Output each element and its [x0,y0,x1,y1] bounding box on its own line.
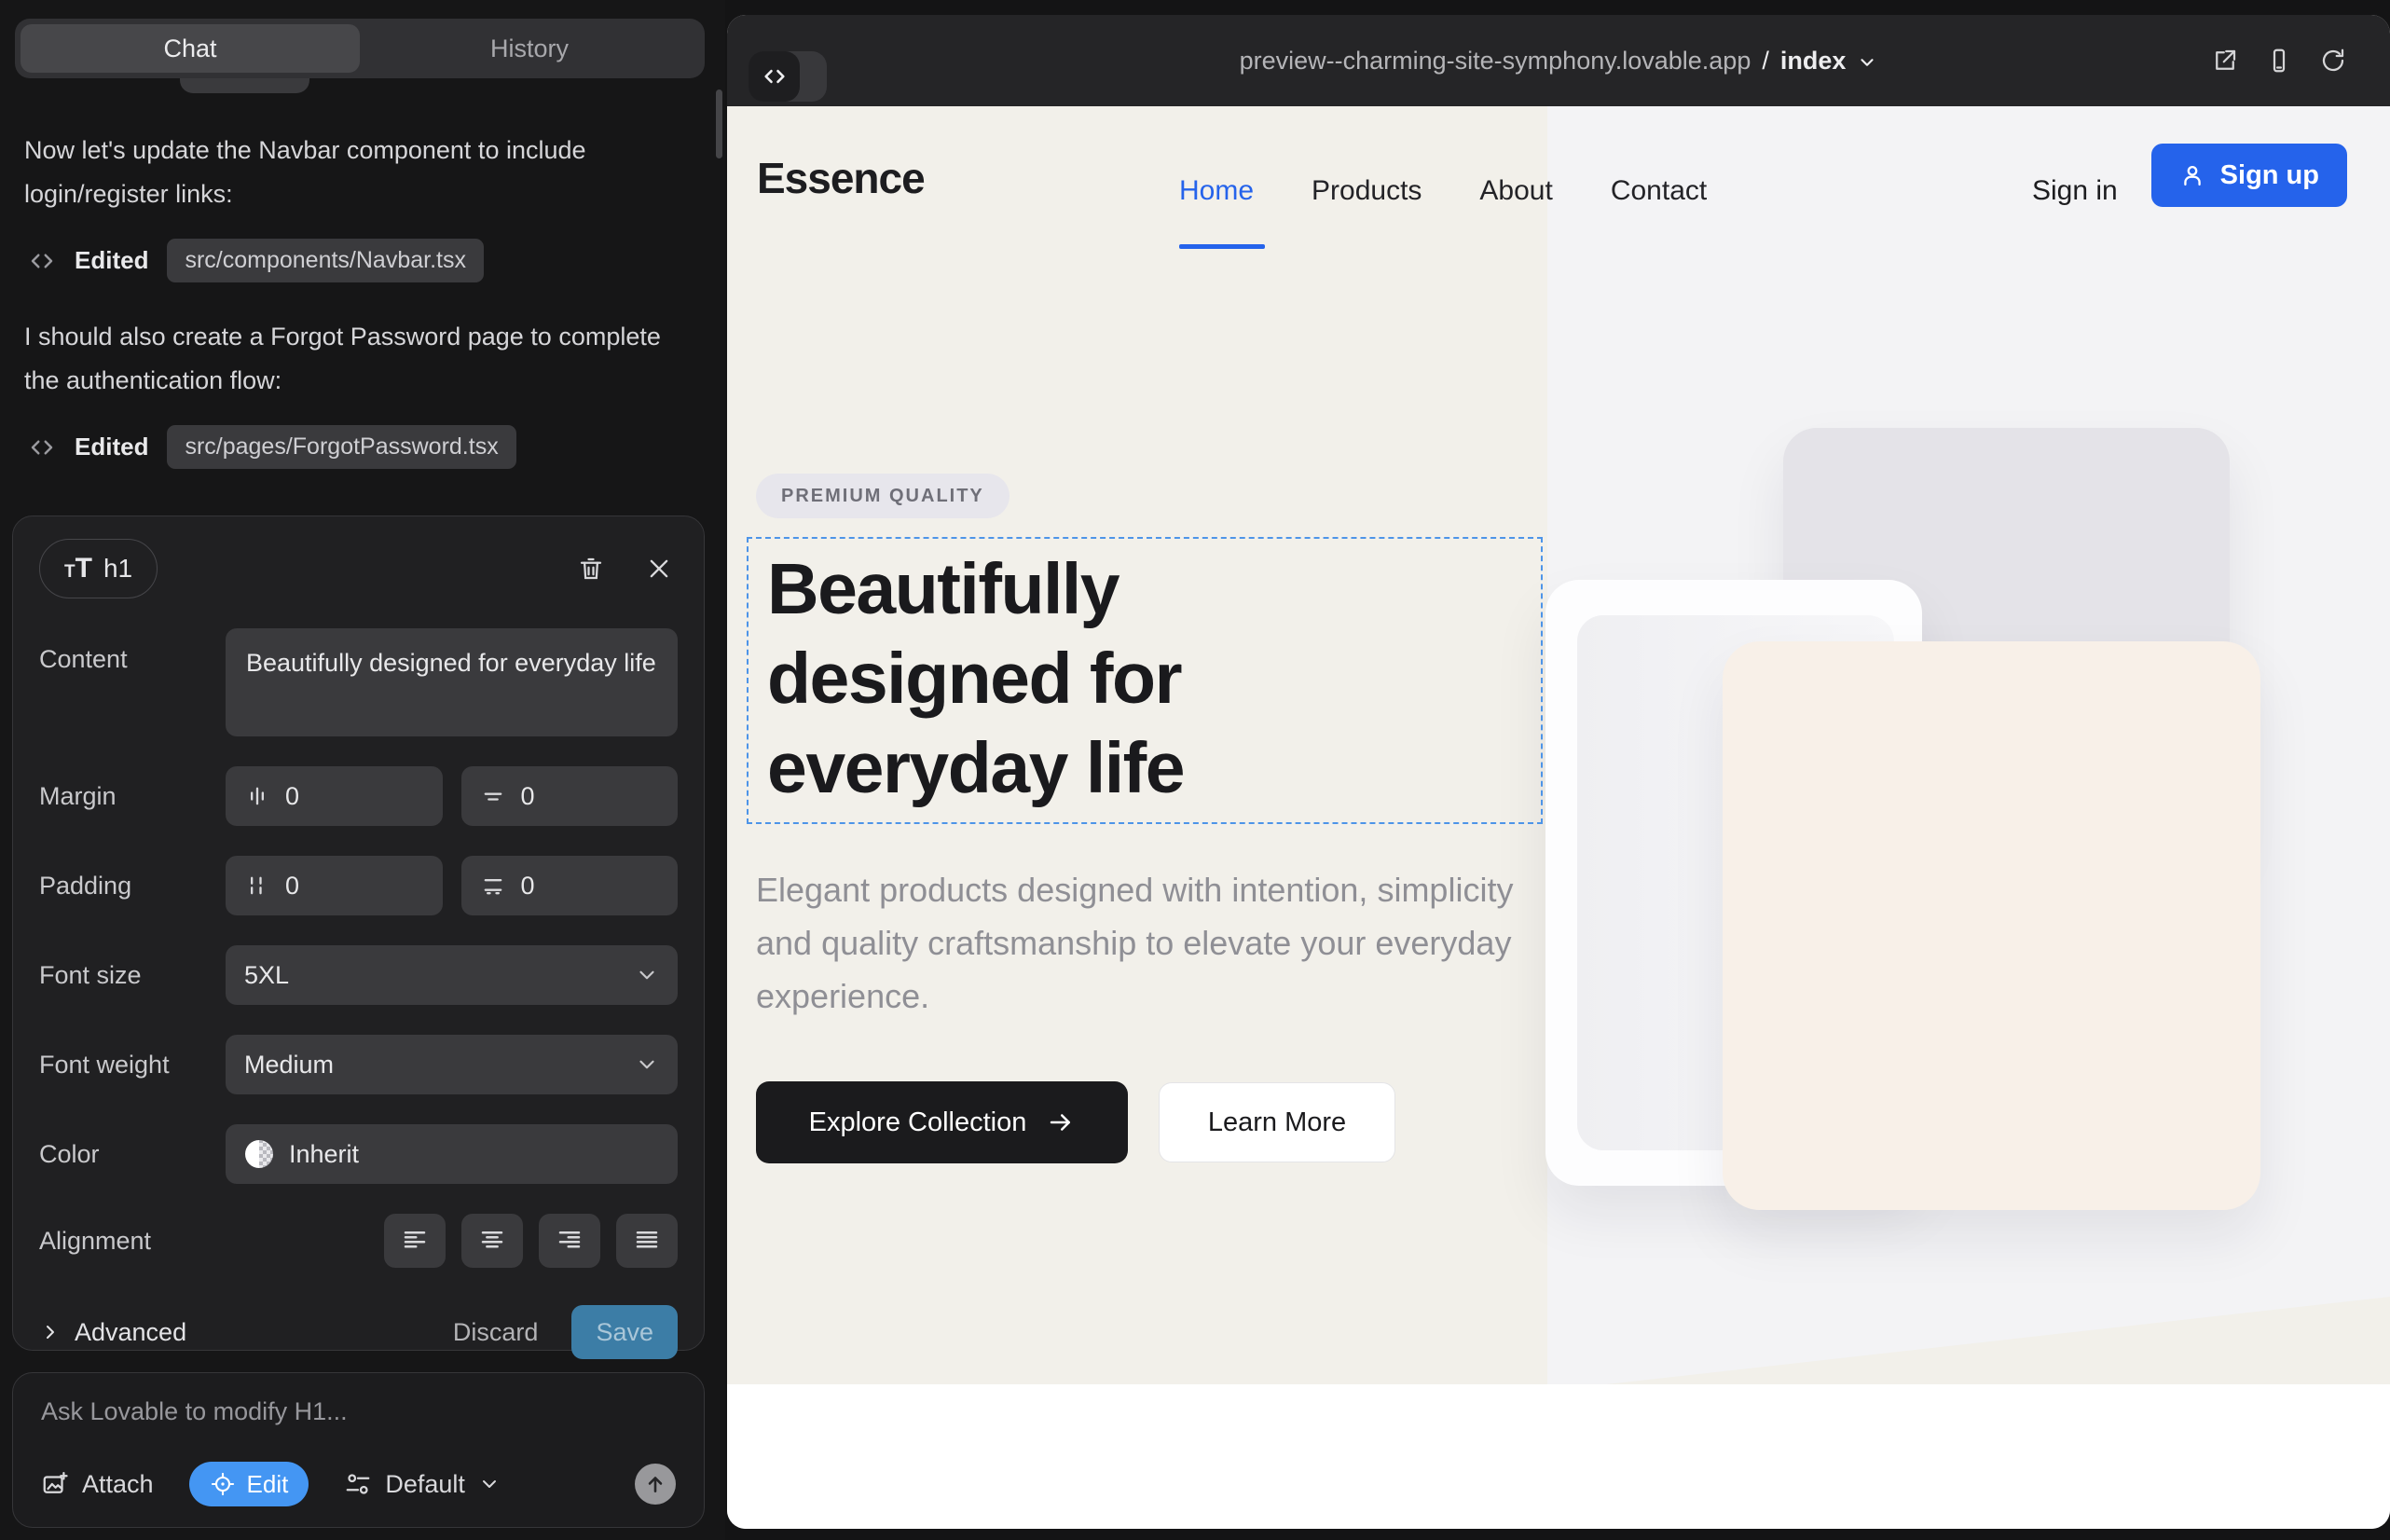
align-left-button[interactable] [384,1214,446,1268]
margin-horizontal-icon [244,783,270,809]
sliders-icon [344,1470,372,1498]
close-panel-icon[interactable] [646,556,672,582]
chevron-down-icon [478,1473,501,1495]
delete-element-button[interactable] [577,554,605,584]
mobile-view-button[interactable] [2265,47,2293,75]
site-canvas: Essence Home Products About Contact Sign… [727,106,2390,1529]
decorative-card-beige [1723,641,2260,1210]
target-icon [210,1471,236,1497]
chat-message: Now let's update the Navbar component to… [24,129,639,216]
content-label: Content [39,645,226,674]
attach-image-icon [41,1470,69,1498]
text-size-icon: TT [64,553,92,584]
nav-link-home[interactable]: Home [1179,175,1254,207]
font-weight-label: Font weight [39,1051,226,1079]
send-button[interactable] [635,1464,676,1505]
chevron-right-icon [39,1321,62,1343]
margin-label: Margin [39,782,226,811]
file-chip[interactable]: src/pages/ForgotPassword.tsx [167,425,515,469]
url-breadcrumb[interactable]: preview--charming-site-symphony.lovable.… [727,15,2390,106]
discard-button[interactable]: Discard [453,1318,539,1347]
site-logo[interactable]: Essence [757,153,925,203]
chevron-down-icon [635,1052,659,1077]
align-justify-button[interactable] [616,1214,678,1268]
url-separator: / [1762,47,1769,76]
padding-x-input[interactable]: 0 [226,856,443,915]
code-icon [28,433,56,461]
selected-element-pill: TT h1 [39,539,158,598]
open-external-button[interactable] [2211,47,2239,75]
active-nav-underline [1179,244,1265,249]
advanced-toggle[interactable]: Advanced [39,1318,186,1347]
margin-y-input[interactable]: 0 [461,766,679,826]
code-icon [28,247,56,275]
url-host: preview--charming-site-symphony.lovable.… [1240,47,1751,76]
padding-horizontal-icon [244,873,270,899]
mode-select[interactable]: Default [344,1470,501,1499]
sign-in-link[interactable]: Sign in [2032,175,2118,207]
chat-sidebar: Chat History Now let's update the Navbar… [0,0,725,1540]
padding-y-input[interactable]: 0 [461,856,679,915]
preview-toolbar: preview--charming-site-symphony.lovable.… [727,15,2390,106]
alignment-label: Alignment [39,1227,226,1256]
site-nav: Home Products About Contact [1179,175,1707,207]
font-size-select[interactable]: 5XL [226,945,678,1005]
save-button[interactable]: Save [571,1305,678,1359]
padding-vertical-icon [480,873,506,899]
arrow-right-icon [1047,1108,1075,1136]
color-swatch-icon [244,1139,274,1169]
font-weight-select[interactable]: Medium [226,1035,678,1094]
hero-heading[interactable]: Beautifully designed for everyday life [767,544,1420,813]
composer-placeholder[interactable]: Ask Lovable to modify H1... [41,1397,676,1426]
nav-link-contact[interactable]: Contact [1611,175,1707,207]
edited-label: Edited [75,433,148,461]
url-page[interactable]: index [1780,47,1847,76]
edit-mode-button[interactable]: Edit [189,1462,309,1506]
user-icon [2179,162,2205,188]
tab-history[interactable]: History [360,24,699,73]
attach-button[interactable]: Attach [41,1470,154,1499]
nav-link-about[interactable]: About [1479,175,1552,207]
align-right-button[interactable] [539,1214,600,1268]
sidebar-scrollbar[interactable] [716,89,722,158]
color-label: Color [39,1140,226,1169]
element-tag-label: h1 [103,554,132,584]
selected-element-outline[interactable]: Beautifully designed for everyday life [747,537,1543,824]
padding-label: Padding [39,872,226,901]
chat-composer[interactable]: Ask Lovable to modify H1... Attach Edit … [12,1372,705,1528]
sidebar-tabs: Chat History [15,19,705,78]
content-textarea[interactable]: Beautifully designed for everyday life [226,628,678,736]
refresh-button[interactable] [2319,47,2347,75]
hero-paragraph: Elegant products designed with intention… [756,863,1520,1023]
margin-x-input[interactable]: 0 [226,766,443,826]
align-center-button[interactable] [461,1214,523,1268]
explore-collection-button[interactable]: Explore Collection [756,1081,1128,1163]
nav-link-products[interactable]: Products [1312,175,1422,207]
edited-label: Edited [75,246,148,275]
chevron-down-icon [635,963,659,987]
element-editor-panel: TT h1 Content Beautifully designed for e… [12,516,705,1351]
tab-chat[interactable]: Chat [21,24,360,73]
hero-badge: PREMIUM QUALITY [756,474,1010,518]
margin-vertical-icon [480,783,506,809]
font-size-label: Font size [39,961,226,990]
chevron-down-icon [1857,52,1877,73]
sign-up-button[interactable]: Sign up [2151,144,2347,207]
edited-file-row: Edited src/pages/ForgotPassword.tsx [28,425,516,469]
file-chip[interactable]: src/components/Navbar.tsx [167,239,484,282]
edited-file-row: Edited src/components/Navbar.tsx [28,239,484,282]
color-select[interactable]: Inherit [226,1124,678,1184]
learn-more-button[interactable]: Learn More [1159,1082,1395,1162]
preview-window: preview--charming-site-symphony.lovable.… [727,15,2390,1529]
chat-message: I should also create a Forgot Password p… [24,315,667,403]
